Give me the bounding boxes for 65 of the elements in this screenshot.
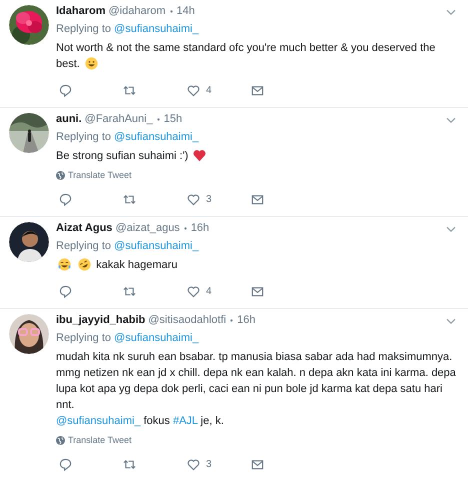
retweet-icon[interactable] <box>123 458 136 470</box>
mention-link[interactable]: @sufiansuhaimi_ <box>114 21 199 37</box>
reply-icon[interactable] <box>59 284 72 298</box>
like-icon[interactable] <box>187 192 200 206</box>
replying-label: Replying to <box>56 331 112 346</box>
user-name[interactable]: auni. <box>56 111 82 127</box>
reply-icon[interactable] <box>59 458 72 470</box>
tweet-time[interactable]: 14h <box>176 3 195 19</box>
reply-icon[interactable] <box>59 84 72 96</box>
tweet-text: best. <box>56 58 80 70</box>
rolling-laughing-face-icon <box>78 258 92 271</box>
tweet-text: je, k. <box>199 415 224 427</box>
replying-label: Replying to <box>56 239 112 254</box>
replying-label: Replying to <box>56 130 112 145</box>
like-count: 4 <box>206 84 212 96</box>
like-icon[interactable] <box>187 284 200 298</box>
mention-link[interactable]: @sufiansuhaimi_ <box>114 238 199 254</box>
hashtag-link[interactable]: #AJL <box>172 415 198 427</box>
tweet-time[interactable]: 16h <box>237 312 256 328</box>
tweet-time[interactable]: 15h <box>164 111 182 127</box>
translate-link[interactable]: Translate Tweet <box>68 169 132 181</box>
tweet-text: fokus <box>142 415 171 427</box>
mention-link[interactable]: @sufiansuhaimi_ <box>114 330 199 346</box>
mention-link[interactable]: @sufiansuhaimi_ <box>114 129 199 145</box>
tweet-text: Not worth & not the same standard ofc you're much better & you deserved the <box>56 42 436 54</box>
like-count: 3 <box>206 458 212 470</box>
chevron-down-icon[interactable] <box>446 318 456 325</box>
tweet-text: kakak hagemaru <box>96 259 178 271</box>
separator-dot-icon <box>182 226 188 230</box>
message-icon[interactable] <box>251 192 264 206</box>
user-handle[interactable]: @aizat_agus <box>115 220 180 236</box>
like-icon[interactable] <box>187 84 200 96</box>
tweet-text: mudah kita nk suruh ean bsabar. tp manusia biasa sabar ada had maksimumnya. mmg netizen nk ean jd x chill. depa nk ean kalah. n depa akn kata ini karma. depa lupa kot apa yg depa dok perli, caci ean ni pun bole jd karma kat depa satu hari nnt. <box>56 351 456 411</box>
user-name[interactable]: ibu_jayyid_habib <box>56 312 146 328</box>
message-icon[interactable] <box>251 84 264 96</box>
tweet-time[interactable]: 16h <box>190 220 210 236</box>
chevron-down-icon[interactable] <box>446 117 456 124</box>
translate-link[interactable]: Translate Tweet <box>68 434 132 446</box>
smiley-icon <box>84 57 98 70</box>
globe-icon <box>56 170 65 180</box>
reply-icon[interactable] <box>59 192 72 206</box>
globe-icon <box>56 436 65 444</box>
user-handle[interactable]: @sitisaodahlotfi <box>148 312 226 328</box>
user-name[interactable]: Aizat Agus <box>56 220 112 236</box>
laughing-face-icon <box>58 258 71 271</box>
separator-dot-icon <box>168 8 174 14</box>
heart-icon <box>193 149 206 162</box>
retweet-icon[interactable] <box>123 284 136 298</box>
tweet-text: Be strong sufian suhaimi :') <box>56 150 188 162</box>
message-icon[interactable] <box>251 284 264 298</box>
like-count: 4 <box>206 286 212 296</box>
retweet-icon[interactable] <box>123 192 136 206</box>
mention-link[interactable]: @sufiansuhaimi_ <box>56 415 141 427</box>
retweet-icon[interactable] <box>123 84 136 96</box>
like-icon[interactable] <box>187 458 200 470</box>
user-handle[interactable]: @FarahAuni_ <box>84 111 153 127</box>
like-count: 3 <box>206 194 212 204</box>
message-icon[interactable] <box>251 458 264 470</box>
separator-dot-icon <box>156 116 161 122</box>
user-name[interactable]: Idaharom <box>56 3 106 19</box>
separator-dot-icon <box>229 318 234 322</box>
user-handle[interactable]: @idaharom <box>108 3 166 19</box>
replying-label: Replying to <box>56 22 112 37</box>
chevron-down-icon[interactable] <box>446 9 456 16</box>
chevron-down-icon[interactable] <box>446 226 456 233</box>
